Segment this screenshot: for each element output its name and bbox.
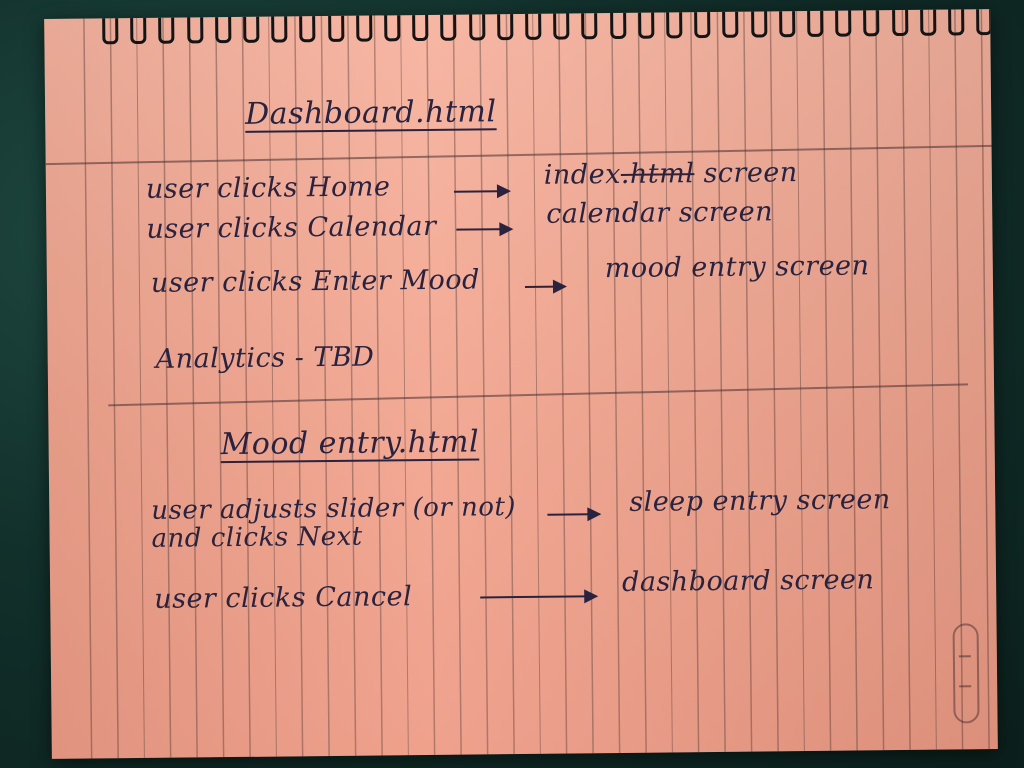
- row-home-result-post: screen: [703, 157, 798, 190]
- row-cancel-action: user clicks Cancel: [154, 581, 413, 615]
- spiral-coil: [327, 9, 345, 43]
- spiral-coil: [186, 11, 204, 44]
- spiral-coil: [778, 9, 796, 38]
- spiral-coil: [722, 9, 739, 38]
- spiral-coil: [609, 9, 626, 40]
- spiral-coil: [355, 9, 373, 42]
- row-slider-action-line1: user adjusts slider (or not): [151, 492, 517, 526]
- spiral-coil: [271, 10, 288, 43]
- spiral-coil: [158, 11, 175, 44]
- spiral-coil: [807, 9, 824, 37]
- spiral-coil: [750, 9, 767, 38]
- section-title-dashboard: Dashboard.html: [244, 94, 497, 132]
- spiral-coil: [299, 10, 316, 43]
- row-home-result: index.html screen: [544, 157, 798, 191]
- row-calendar-result: calendar screen: [546, 196, 774, 230]
- row-slider-action-line2: and clicks Next: [151, 521, 363, 554]
- row-slider-result: sleep entry screen: [629, 484, 891, 518]
- arrow-icon: [547, 513, 600, 516]
- section-title-mood-entry: Mood entry.html: [220, 424, 480, 463]
- spiral-coil: [948, 9, 965, 36]
- spiral-coil: [666, 9, 683, 39]
- spiral-coil: [243, 10, 260, 43]
- spiral-coil: [468, 9, 485, 41]
- spiral-coil: [384, 9, 401, 42]
- spiral-coil: [835, 9, 852, 37]
- analytics-note: Analytics - TBD: [155, 341, 375, 375]
- spiral-coil: [553, 9, 570, 40]
- row-home-result-struck: .html: [620, 158, 695, 190]
- row-home-result-pre: index: [543, 158, 621, 191]
- arrow-icon: [456, 228, 512, 231]
- row-mood-action: user clicks Enter Mood: [150, 264, 480, 299]
- page-tab-marker: [952, 623, 980, 724]
- notebook-page: Dashboard.html user clicks Home index.ht…: [44, 9, 998, 759]
- spiral-coil: [863, 9, 880, 37]
- spiral-coil: [130, 11, 147, 45]
- spiral-coil: [440, 9, 457, 41]
- arrow-icon: [453, 190, 509, 193]
- spiral-coil: [919, 9, 937, 36]
- row-cancel-result: dashboard screen: [621, 564, 875, 598]
- spiral-coil: [581, 9, 598, 40]
- spiral-coil: [412, 9, 429, 42]
- spiral-coil: [525, 9, 542, 40]
- spiral-coil: [891, 9, 908, 37]
- arrow-icon: [524, 285, 565, 288]
- row-calendar-action: user clicks Calendar: [146, 210, 437, 245]
- spiral-coil: [976, 9, 993, 36]
- spiral-coil: [102, 12, 119, 45]
- spiral-coil: [496, 9, 514, 41]
- spiral-coil: [637, 9, 655, 39]
- spiral-coil: [694, 9, 711, 39]
- row-home-action: user clicks Home: [145, 171, 391, 205]
- spiral-coil: [214, 11, 232, 44]
- row-mood-result: mood entry screen: [604, 250, 870, 285]
